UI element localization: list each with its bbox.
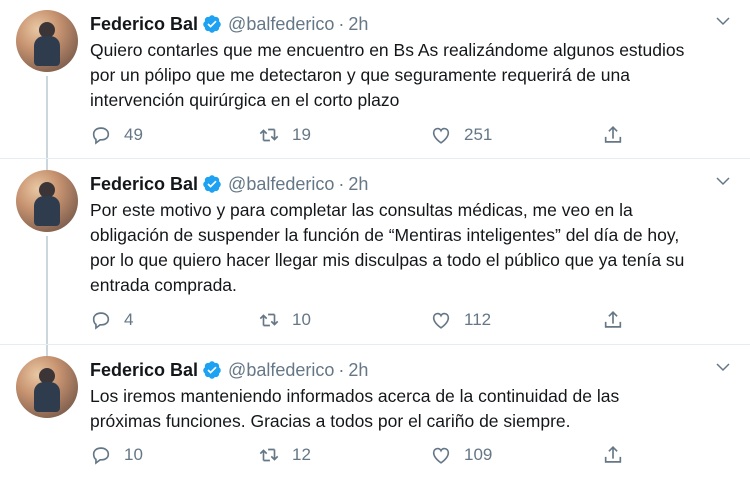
retweet-button[interactable]: 19 [258, 123, 311, 147]
tweet-text-line: obligación de suspender la función de “M… [90, 225, 680, 245]
tweet-text-line: intervención quirúrgica en el corto plaz… [90, 90, 400, 110]
author-handle[interactable]: @balfederico [228, 174, 334, 195]
share-button[interactable] [602, 308, 636, 332]
avatar[interactable] [16, 356, 78, 418]
separator-dot: · [338, 359, 345, 380]
tweet-text-line: Quiero contarles que me encuentro en Bs … [90, 40, 685, 60]
reply-button[interactable]: 49 [90, 123, 143, 147]
reply-icon [92, 127, 110, 145]
tweet-text-line: por un pólipo que me detectaron y que se… [90, 65, 630, 85]
tweet-text-line: Los iremos manteniendo informados acerca… [90, 386, 620, 406]
chevron-down-icon[interactable] [714, 358, 732, 376]
tweet-text-line: Por este motivo y para completar las con… [90, 200, 633, 220]
share-icon [604, 126, 622, 143]
reply-icon [92, 447, 110, 465]
tweet-header: Federico Bal @balfederico · 2h [90, 12, 368, 36]
tweet-actions: 4 10 112 [90, 308, 650, 332]
timestamp[interactable]: 2h [348, 360, 368, 381]
tweet-divider [0, 344, 750, 345]
retweet-button[interactable]: 12 [258, 443, 311, 467]
chevron-down-icon[interactable] [714, 172, 732, 190]
reply-count: 10 [124, 445, 143, 464]
verified-badge-icon [203, 15, 221, 33]
tweet-text: Por este motivo y para completar las con… [90, 198, 740, 298]
like-button[interactable]: 251 [430, 123, 492, 147]
author-handle[interactable]: @balfederico [228, 14, 334, 35]
retweet-count: 10 [292, 310, 311, 329]
chevron-down-icon[interactable] [714, 12, 732, 30]
tweet-divider [0, 158, 750, 159]
separator-dot: · [338, 173, 345, 194]
like-count: 251 [464, 125, 493, 144]
avatar[interactable] [16, 10, 78, 72]
tweet[interactable]: Federico Bal @balfederico · 2h Por este … [0, 160, 750, 358]
retweet-button[interactable]: 10 [258, 308, 311, 332]
reply-icon [92, 312, 110, 330]
retweet-icon [259, 128, 279, 142]
author-name[interactable]: Federico Bal [90, 360, 198, 381]
like-count: 112 [464, 310, 492, 329]
retweet-icon [259, 448, 279, 462]
verified-badge-icon [203, 361, 221, 379]
retweet-count: 19 [292, 125, 311, 144]
like-icon [432, 312, 450, 329]
tweet-actions: 10 12 109 [90, 443, 650, 467]
tweet-text-line: entrada comprada. [90, 275, 237, 295]
tweet-text-line: próximas funciones. Gracias a todos por … [90, 411, 571, 431]
tweet-text: Los iremos manteniendo informados acerca… [90, 384, 740, 434]
thread-line [46, 236, 48, 358]
separator-dot: · [338, 13, 345, 34]
like-icon [432, 447, 450, 464]
tweet-actions: 49 19 251 [90, 123, 650, 147]
retweet-icon [259, 313, 279, 327]
timestamp[interactable]: 2h [348, 14, 368, 35]
retweet-count: 12 [292, 445, 311, 464]
reply-count: 4 [124, 310, 134, 329]
reply-button[interactable]: 10 [90, 443, 143, 467]
like-count: 109 [464, 445, 493, 464]
tweet[interactable]: Federico Bal @balfederico · 2h Quiero co… [0, 0, 750, 176]
share-button[interactable] [602, 443, 636, 467]
tweet-header: Federico Bal @balfederico · 2h [90, 358, 368, 382]
share-icon [604, 446, 622, 463]
reply-count: 49 [124, 125, 143, 144]
timestamp[interactable]: 2h [348, 174, 368, 195]
author-handle[interactable]: @balfederico [228, 360, 334, 381]
like-icon [432, 127, 450, 144]
author-name[interactable]: Federico Bal [90, 174, 198, 195]
reply-button[interactable]: 4 [90, 308, 133, 332]
share-button[interactable] [602, 123, 636, 147]
tweet-text-line: por lo que quiero hacer llegar mis discu… [90, 250, 685, 270]
tweet[interactable]: Federico Bal @balfederico · 2h Los iremo… [0, 346, 750, 479]
verified-badge-icon [203, 175, 221, 193]
tweet-text: Quiero contarles que me encuentro en Bs … [90, 38, 740, 113]
like-button[interactable]: 109 [430, 443, 492, 467]
like-button[interactable]: 112 [430, 308, 491, 332]
share-icon [604, 311, 622, 328]
avatar[interactable] [16, 170, 78, 232]
author-name[interactable]: Federico Bal [90, 14, 198, 35]
tweet-header: Federico Bal @balfederico · 2h [90, 172, 368, 196]
